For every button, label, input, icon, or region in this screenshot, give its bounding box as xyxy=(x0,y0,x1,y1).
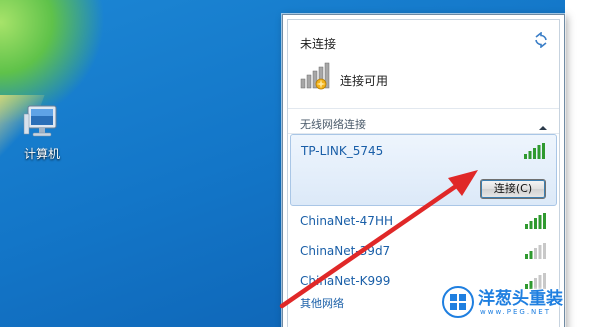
network-item[interactable]: ChinaNet-47HH xyxy=(290,208,557,236)
network-name: TP-LINK_5745 xyxy=(301,144,384,158)
watermark-subtext: www.PEG.NET xyxy=(480,308,551,316)
collapse-icon[interactable] xyxy=(539,117,547,130)
network-item[interactable]: ChinaNet-39d7 xyxy=(290,238,557,266)
network-name: ChinaNet-47HH xyxy=(300,214,393,228)
windows-logo-icon xyxy=(442,286,474,318)
background-window-edge xyxy=(565,0,593,327)
network-name: ChinaNet-39d7 xyxy=(300,244,391,258)
refresh-icon[interactable] xyxy=(533,31,549,49)
network-flyout: 未连接 连接可用 无线网络连接 TP-LINK_5745 连接(C) China… xyxy=(282,14,565,327)
signal-strength-icon xyxy=(524,143,546,159)
connection-status-title: 未连接 xyxy=(300,37,337,51)
desktop-icon-label: 计算机 xyxy=(23,147,60,161)
other-networks-link[interactable]: 其他网络 xyxy=(300,295,344,311)
section-title: 无线网络连接 xyxy=(300,118,366,131)
connect-button[interactable]: 连接(C) xyxy=(480,179,546,199)
network-available-icon xyxy=(300,62,332,90)
watermark-text: 洋葱头重装 xyxy=(478,289,563,309)
signal-strength-icon xyxy=(525,213,547,229)
network-flyout-body: 未连接 连接可用 无线网络连接 TP-LINK_5745 连接(C) China… xyxy=(287,19,560,327)
wireless-section-header[interactable]: 无线网络连接 xyxy=(288,108,559,134)
availability-text: 连接可用 xyxy=(340,74,389,88)
computer-icon xyxy=(22,104,62,140)
network-name: ChinaNet-K999 xyxy=(300,274,391,288)
desktop-icon-computer[interactable]: 计算机 xyxy=(14,104,70,162)
signal-strength-icon xyxy=(525,243,547,259)
site-watermark: 洋葱头重装 www.PEG.NET xyxy=(442,284,592,324)
network-item-selected[interactable]: TP-LINK_5745 连接(C) xyxy=(290,134,557,206)
